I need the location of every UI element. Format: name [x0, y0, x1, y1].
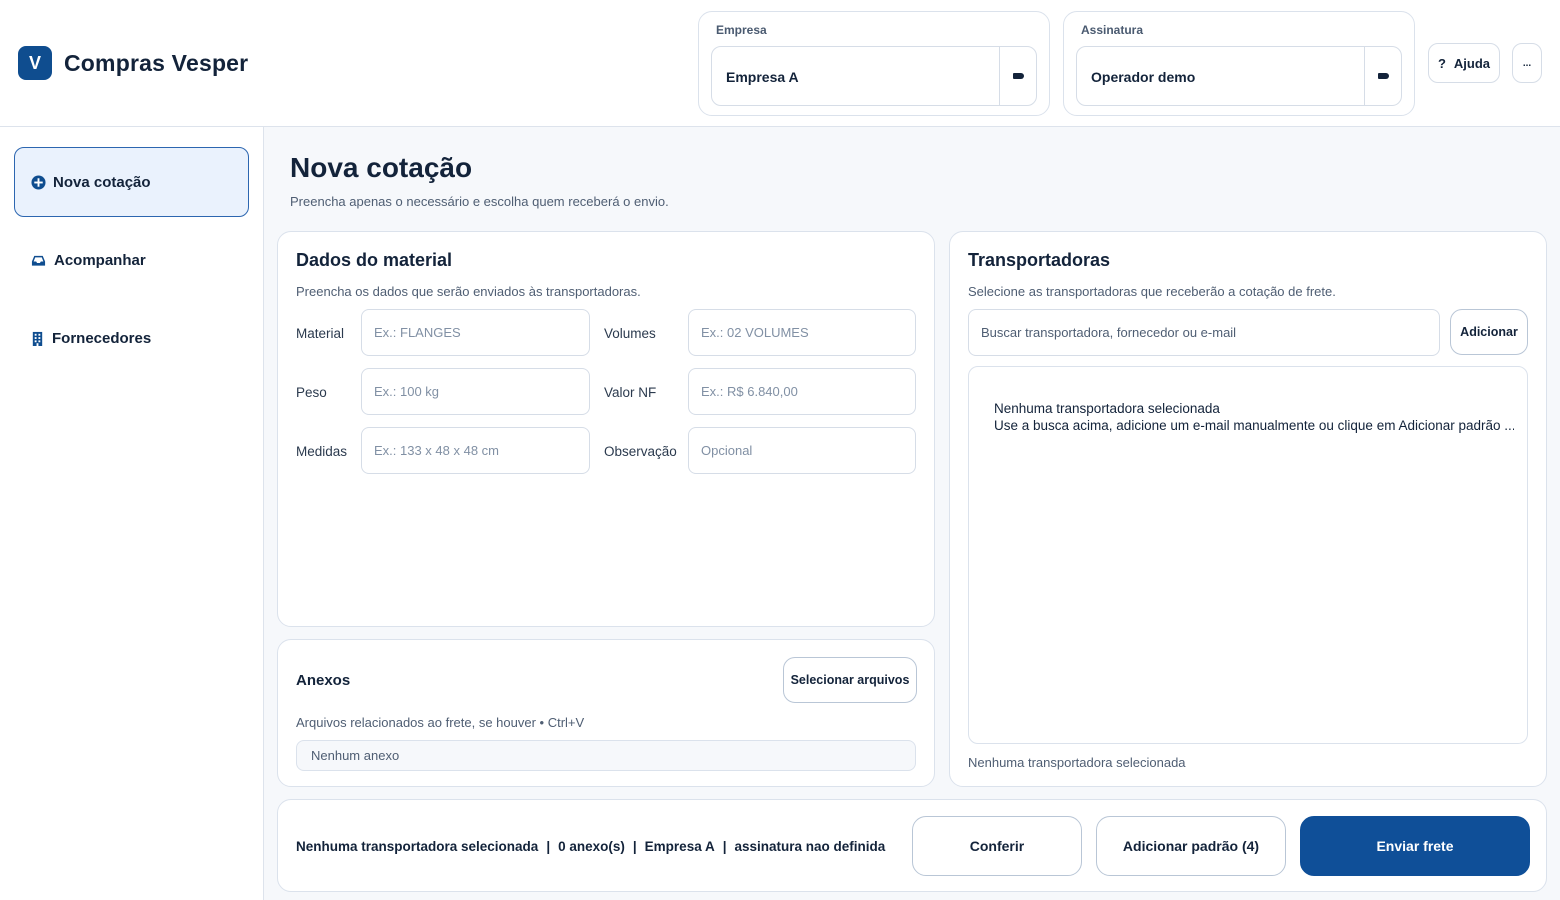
- sidebar-item-label: Acompanhar: [54, 251, 146, 269]
- company-label: Empresa: [716, 23, 767, 37]
- more-menu-button[interactable]: ...: [1512, 43, 1542, 83]
- check-button[interactable]: Conferir: [912, 816, 1082, 876]
- carriers-panel: Transportadoras Selecione as transportad…: [949, 231, 1547, 787]
- observacao-input[interactable]: Opcional: [688, 427, 916, 474]
- page-subtitle: Preencha apenas o necessário e escolha q…: [290, 194, 669, 209]
- building-icon: [32, 331, 43, 346]
- carriers-panel-title: Transportadoras: [968, 250, 1111, 270]
- page-title: Nova cotação: [290, 152, 473, 183]
- summary-signature: assinatura nao definida: [734, 839, 886, 854]
- more-icon: ...: [1522, 57, 1532, 69]
- attachments-title: Anexos: [296, 672, 351, 689]
- carrier-empty-hint: Use a busca acima, adicione um e-mail ma…: [994, 418, 1514, 433]
- medidas-input[interactable]: Ex.: 133 x 48 x 48 cm: [361, 427, 590, 474]
- sidebar-item-label: Fornecedores: [52, 329, 152, 347]
- select-files-button[interactable]: Selecionar arquivos: [783, 657, 917, 703]
- inbox-icon: [31, 255, 46, 266]
- company-value: Empresa A: [726, 69, 799, 85]
- attachments-empty-state: Nenhum anexo: [296, 740, 916, 771]
- summary-separator: |: [546, 839, 551, 854]
- sidebar-item-acompanhar[interactable]: Acompanhar: [14, 225, 249, 295]
- help-label: Ajuda: [1453, 55, 1491, 71]
- signature-dropdown-toggle[interactable]: [1364, 47, 1401, 105]
- observacao-label: Observação: [604, 444, 677, 459]
- sidebar-item-label: Nova cotação: [53, 173, 151, 191]
- peso-label: Peso: [296, 385, 327, 400]
- peso-input[interactable]: Ex.: 100 kg: [361, 368, 590, 415]
- attachments-hint: Arquivos relacionados ao frete, se houve…: [296, 715, 585, 730]
- app-logo: V: [18, 46, 52, 80]
- summary-separator: |: [722, 839, 727, 854]
- company-select[interactable]: Empresa A: [711, 46, 1037, 106]
- attachments-panel: Anexos Selecionar arquivos Arquivos rela…: [277, 639, 935, 787]
- dropdown-arrow-icon: [1377, 73, 1389, 79]
- add-default-button[interactable]: Adicionar padrão (4): [1096, 816, 1286, 876]
- summary-text: Nenhuma transportadora selecionada | 0 ane…: [296, 839, 885, 854]
- dropdown-arrow-icon: [1012, 73, 1024, 79]
- carriers-panel-subtitle: Selecione as transportadoras que receber…: [968, 284, 1336, 299]
- help-icon: ?: [1437, 55, 1446, 71]
- add-carrier-button[interactable]: Adicionar: [1450, 309, 1528, 355]
- signature-select[interactable]: Operador demo: [1076, 46, 1402, 106]
- material-panel: Dados do material Preencha os dados que …: [277, 231, 935, 627]
- carrier-list: Nenhuma transportadora selecionada Use a…: [968, 366, 1528, 744]
- valor-nf-label: Valor NF: [604, 385, 657, 400]
- plus-circle-icon: [31, 174, 46, 190]
- material-panel-title: Dados do material: [296, 250, 453, 270]
- action-bar: Nenhuma transportadora selecionada | 0 ane…: [277, 799, 1547, 892]
- material-panel-subtitle: Preencha os dados que serão enviados às …: [296, 284, 641, 299]
- summary-company: Empresa A: [644, 839, 715, 854]
- sidebar-item-nova-cotacao[interactable]: Nova cotação: [14, 147, 249, 217]
- valor-nf-input[interactable]: Ex.: R$ 6.840,00: [688, 368, 916, 415]
- send-freight-button[interactable]: Enviar frete: [1300, 816, 1530, 876]
- sidebar: Nova cotação Acompanhar Fornecedores: [0, 127, 264, 900]
- summary-separator: |: [632, 839, 637, 854]
- carrier-footer-status: Nenhuma transportadora selecionada: [968, 755, 1186, 770]
- sidebar-item-fornecedores[interactable]: Fornecedores: [14, 303, 249, 373]
- volumes-label: Volumes: [604, 326, 656, 341]
- signature-value: Operador demo: [1091, 69, 1196, 85]
- carrier-search-input[interactable]: Buscar transportadora, fornecedor ou e-m…: [968, 309, 1440, 356]
- app-title: Compras Vesper: [64, 50, 249, 76]
- signature-label: Assinatura: [1081, 23, 1144, 37]
- carrier-empty-title: Nenhuma transportadora selecionada: [994, 401, 1220, 416]
- company-selector-card: Empresa Empresa A: [698, 11, 1050, 116]
- signature-selector-card: Assinatura Operador demo: [1063, 11, 1415, 116]
- material-label: Material: [296, 326, 345, 341]
- volumes-input[interactable]: Ex.: 02 VOLUMES: [688, 309, 916, 356]
- help-button[interactable]: ? Ajuda: [1428, 43, 1500, 83]
- material-input[interactable]: Ex.: FLANGES: [361, 309, 590, 356]
- summary-attachments: 0 anexo(s): [558, 839, 625, 854]
- company-dropdown-toggle[interactable]: [999, 47, 1036, 105]
- summary-carriers: Nenhuma transportadora selecionada: [296, 839, 539, 854]
- app-header: V Compras Vesper Empresa Empresa A Assin…: [0, 0, 1560, 127]
- medidas-label: Medidas: [296, 444, 348, 459]
